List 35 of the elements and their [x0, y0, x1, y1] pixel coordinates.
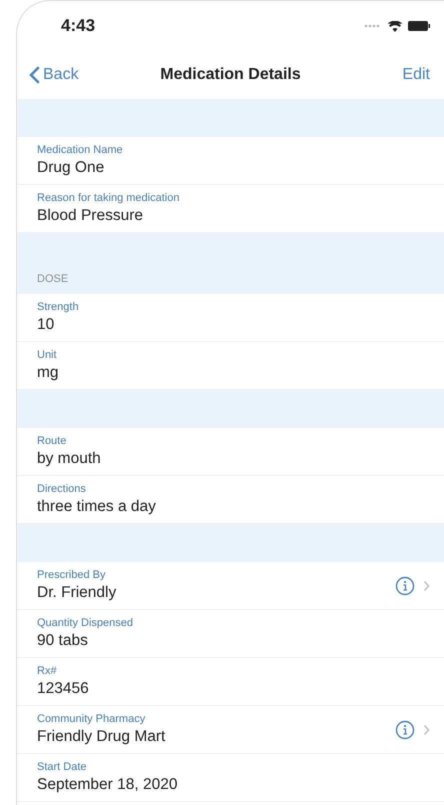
field-value: three times a day — [37, 498, 157, 516]
field-value: by mouth — [37, 450, 102, 468]
field-label: Medication Name — [37, 144, 124, 156]
status-time: 4:43 — [61, 16, 96, 36]
field-value: 10 — [37, 316, 56, 334]
field-label: Strength — [37, 301, 80, 313]
field-value: mg — [37, 364, 60, 382]
field-label: Start Date — [37, 761, 88, 773]
field-value: Drug One — [37, 159, 106, 177]
field-value: Dr. Friendly — [37, 584, 118, 602]
battery-icon — [408, 21, 430, 31]
chevron-left-icon — [29, 66, 40, 84]
field-value: 90 tabs — [37, 632, 89, 650]
field-value: 123456 — [37, 680, 90, 698]
field-label: Prescribed By — [37, 569, 106, 581]
field-value: September 18, 2020 — [37, 776, 178, 794]
section-header: DOSE — [37, 273, 68, 285]
field-label: Route — [37, 435, 68, 447]
signal-icon — [364, 24, 382, 28]
info-icon[interactable] — [395, 720, 415, 740]
field-value: Friendly Drug Mart — [37, 728, 166, 746]
edit-button[interactable]: Edit — [400, 64, 432, 86]
field-label: Unit — [37, 349, 58, 361]
chevron-right-icon — [423, 724, 430, 736]
screen-title: Medication Details — [160, 66, 301, 84]
field-label: Directions — [37, 483, 87, 495]
chevron-right-icon — [423, 580, 430, 592]
field-label: Reason for taking medication — [37, 192, 180, 204]
field-label: Quantity Dispensed — [37, 617, 134, 629]
field-label: Rx# — [37, 665, 58, 677]
info-icon[interactable] — [395, 576, 415, 596]
field-label: Community Pharmacy — [37, 713, 146, 725]
field-value: Blood Pressure — [37, 207, 144, 225]
back-button[interactable]: Back — [27, 64, 81, 86]
wifi-icon — [388, 20, 402, 32]
